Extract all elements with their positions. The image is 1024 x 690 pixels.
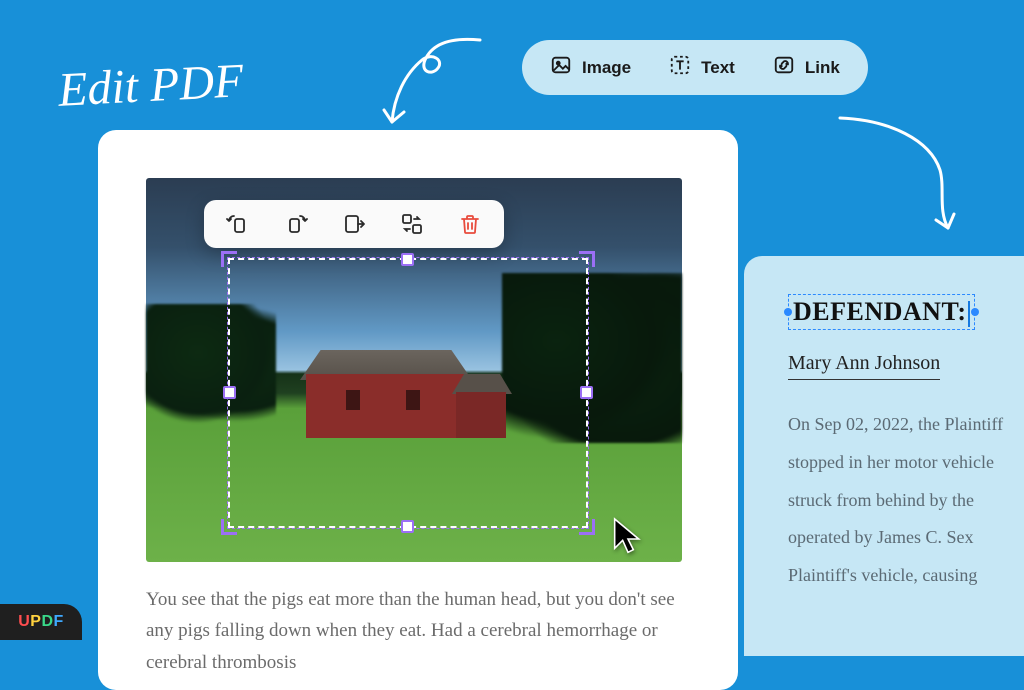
selection-handle[interactable] xyxy=(971,308,979,316)
delete-image-button[interactable] xyxy=(458,212,482,236)
text-caret xyxy=(968,301,970,327)
image-crop-selection[interactable] xyxy=(228,258,588,528)
defendant-name: Mary Ann Johnson xyxy=(788,352,940,380)
crop-handle[interactable] xyxy=(401,253,414,266)
logo-letter: U xyxy=(18,613,30,631)
extract-image-button[interactable] xyxy=(342,212,366,236)
document-card: You see that the pigs eat more than the … xyxy=(98,130,738,690)
rotate-right-button[interactable] xyxy=(284,212,308,236)
crop-handle[interactable] xyxy=(579,251,595,267)
rotate-left-button[interactable] xyxy=(226,212,250,236)
document-image[interactable] xyxy=(146,178,682,562)
replace-image-button[interactable] xyxy=(400,212,424,236)
arrow-to-panel xyxy=(830,110,970,240)
tool-link-label: Link xyxy=(805,58,840,78)
selection-handle[interactable] xyxy=(784,308,792,316)
crop-handle[interactable] xyxy=(221,519,237,535)
tool-text-label: Text xyxy=(701,58,735,78)
text-icon xyxy=(669,54,691,81)
editing-text-box[interactable]: DEFENDANT: xyxy=(788,294,975,330)
crop-handle[interactable] xyxy=(401,520,414,533)
image-edit-toolbar xyxy=(204,200,504,248)
logo-letter: F xyxy=(54,613,64,631)
logo-letter: D xyxy=(41,613,53,631)
tool-link[interactable]: Link xyxy=(773,54,840,81)
crop-handle[interactable] xyxy=(580,386,593,399)
crop-handle[interactable] xyxy=(221,251,237,267)
heading-text: DEFENDANT: xyxy=(793,297,967,326)
tool-image[interactable]: Image xyxy=(550,54,631,81)
updf-logo: UPDF xyxy=(0,604,82,640)
panel-paragraph: On Sep 02, 2022, the Plaintiff stopped i… xyxy=(788,406,1024,595)
link-icon xyxy=(773,54,795,81)
document-body-text: You see that the pigs eat more than the … xyxy=(146,584,690,678)
crop-handle[interactable] xyxy=(579,519,595,535)
arrow-to-document xyxy=(370,32,490,132)
text-edit-panel: DEFENDANT: Mary Ann Johnson On Sep 02, 2… xyxy=(744,256,1024,656)
tool-image-label: Image xyxy=(582,58,631,78)
tool-text[interactable]: Text xyxy=(669,54,735,81)
crop-handle[interactable] xyxy=(223,386,236,399)
mouse-cursor-icon xyxy=(612,516,644,554)
page-title: Edit PDF xyxy=(57,53,245,118)
logo-letter: P xyxy=(30,613,41,631)
edit-toolbar: Image Text Link xyxy=(522,40,868,95)
image-icon xyxy=(550,54,572,81)
